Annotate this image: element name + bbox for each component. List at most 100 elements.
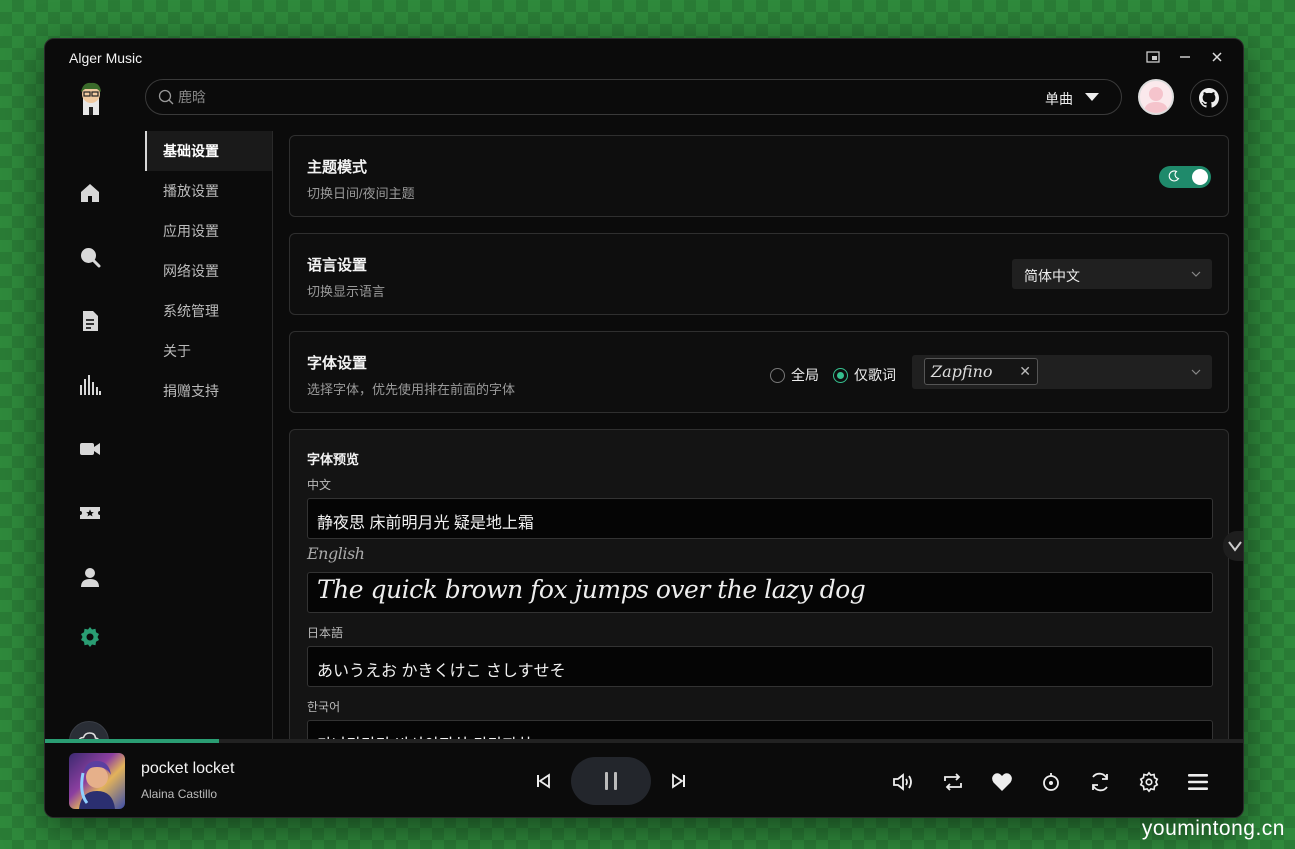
preview-label-chinese: 中文 — [307, 478, 332, 492]
menu-list-icon — [1188, 774, 1208, 790]
language-subtitle: 切换显示语言 — [307, 284, 386, 299]
chevron-down-icon — [1228, 541, 1242, 552]
app-title: Alger Music — [69, 50, 143, 66]
settings-content: 主题模式 切换日间/夜间主题 语言设置 切换显示语言 简体中文 字体设置 选择字… — [289, 131, 1229, 739]
reload-icon — [1092, 772, 1108, 792]
theme-card: 主题模式 切换日间/夜间主题 — [289, 135, 1229, 217]
skip-previous-icon — [537, 773, 550, 789]
radio-lyrics-label[interactable]: 仅歌词 — [854, 365, 896, 385]
settings-nav: 基础设置 播放设置 应用设置 网络设置 系统管理 关于 捐赠支持 — [145, 131, 273, 739]
repeat-button[interactable] — [940, 769, 966, 795]
radio-global-label[interactable]: 全局 — [791, 365, 819, 385]
settings-nav-network[interactable]: 网络设置 — [145, 251, 272, 291]
like-button[interactable] — [989, 769, 1015, 795]
preview-text-english: The quick brown fox jumps over the lazy … — [317, 575, 866, 604]
search-type-label[interactable]: 单曲 — [1045, 89, 1073, 109]
search-input-icon — [158, 89, 174, 105]
app-window: Alger Music 鹿晗 单曲 基础设置 播放设置 应用设置 网络设置 系统… — [44, 38, 1244, 818]
preview-label-english: English — [307, 544, 365, 563]
font-scope-radio-group: 全局 仅歌词 — [770, 365, 896, 385]
next-button[interactable] — [669, 771, 689, 791]
app-logo-icon — [81, 82, 101, 115]
preview-title: 字体预览 — [307, 452, 360, 467]
home-icon[interactable] — [78, 181, 102, 205]
preview-label-japanese: 日本語 — [307, 626, 344, 640]
document-icon[interactable] — [78, 309, 102, 333]
language-card: 语言设置 切换显示语言 简体中文 — [289, 233, 1229, 315]
preview-text-korean: 가나다라마 바사아자차 카타파하 — [317, 731, 532, 739]
preview-box-japanese: あいうえお かきくけこ さしすせそ — [307, 646, 1213, 687]
window-controls — [1143, 47, 1227, 67]
intelligence-mode-button[interactable] — [1038, 769, 1064, 795]
watermark: youmintong.cn — [1141, 817, 1285, 840]
theme-title: 主题模式 — [307, 159, 368, 176]
album-cover-art — [79, 761, 115, 809]
mini-mode-button[interactable] — [1143, 47, 1163, 67]
github-button[interactable] — [1190, 79, 1228, 117]
repeat-icon — [944, 773, 962, 791]
preview-text-japanese: あいうえお かきくけこ さしすせそ — [317, 663, 566, 680]
caret-down-icon[interactable] — [1085, 93, 1099, 102]
minimize-button[interactable] — [1175, 47, 1195, 67]
tag-close-icon[interactable]: ✕ — [1019, 363, 1031, 380]
settings-nav-basic[interactable]: 基础设置 — [145, 131, 272, 171]
chevron-down-icon — [1191, 369, 1201, 375]
close-icon — [1212, 52, 1222, 62]
album-cover[interactable] — [69, 753, 125, 809]
title-bar: Alger Music — [45, 39, 1243, 77]
icon-rail — [45, 77, 135, 761]
language-title: 语言设置 — [307, 257, 368, 274]
pause-icon — [605, 772, 617, 790]
radio-global[interactable] — [770, 367, 785, 383]
preview-text-chinese: 静夜思 床前明月光 疑是地上霜 — [317, 515, 534, 532]
volume-button[interactable] — [891, 769, 917, 795]
language-select[interactable]: 简体中文 — [1012, 259, 1212, 289]
pause-button[interactable] — [571, 757, 651, 805]
player-settings-button[interactable] — [1136, 769, 1162, 795]
chart-bars-icon[interactable] — [78, 373, 102, 397]
close-button[interactable] — [1207, 47, 1227, 67]
mini-window-icon — [1146, 51, 1160, 63]
language-select-value: 简体中文 — [1024, 268, 1080, 284]
toggle-knob — [1192, 169, 1208, 185]
user-avatar[interactable] — [1138, 79, 1174, 115]
player-bar: pocket locket Alaina Castillo — [45, 743, 1243, 817]
user-avatar-icon — [1144, 87, 1168, 113]
video-camera-icon[interactable] — [78, 437, 102, 461]
side-collapse-button[interactable] — [1223, 531, 1243, 561]
ticket-star-icon[interactable] — [78, 501, 102, 525]
volume-icon — [893, 773, 912, 791]
playlist-button[interactable] — [1185, 769, 1211, 795]
minimize-icon — [1180, 56, 1190, 58]
radio-lyrics[interactable] — [833, 367, 848, 383]
theme-toggle[interactable] — [1159, 166, 1211, 188]
settings-nav-donate[interactable]: 捐赠支持 — [145, 371, 272, 411]
chevron-down-icon — [1191, 271, 1201, 277]
gear-icon — [1139, 771, 1159, 793]
search-icon[interactable] — [78, 245, 102, 269]
font-preview-card: 字体预览 中文 静夜思 床前明月光 疑是地上霜 English The quic… — [289, 429, 1229, 739]
skip-next-icon — [672, 773, 685, 789]
track-title[interactable]: pocket locket — [141, 760, 234, 778]
font-tag-label: Zapfino — [931, 362, 993, 381]
search-bar: 单曲 — [145, 79, 1122, 115]
preview-label-korean: 한국어 — [307, 700, 341, 714]
settings-nav-playback[interactable]: 播放设置 — [145, 171, 272, 211]
settings-gear-icon[interactable] — [78, 625, 102, 649]
theme-subtitle: 切换日间/夜间主题 — [307, 186, 415, 201]
preview-box-english: The quick brown fox jumps over the lazy … — [307, 572, 1213, 613]
settings-nav-about[interactable]: 关于 — [145, 331, 272, 371]
track-artist[interactable]: Alaina Castillo — [141, 787, 217, 801]
font-subtitle: 选择字体，优先使用排在前面的字体 — [307, 382, 516, 397]
heart-icon — [992, 773, 1012, 791]
settings-nav-application[interactable]: 应用设置 — [145, 211, 272, 251]
search-input[interactable] — [178, 80, 978, 114]
reload-button[interactable] — [1087, 769, 1113, 795]
previous-button[interactable] — [533, 771, 553, 791]
font-tag: Zapfino ✕ — [924, 358, 1038, 385]
preview-box-chinese: 静夜思 床前明月光 疑是地上霜 — [307, 498, 1213, 539]
settings-nav-system[interactable]: 系统管理 — [145, 291, 272, 331]
user-icon[interactable] — [78, 565, 102, 589]
font-select[interactable]: Zapfino ✕ — [912, 355, 1212, 389]
font-title: 字体设置 — [307, 355, 368, 372]
